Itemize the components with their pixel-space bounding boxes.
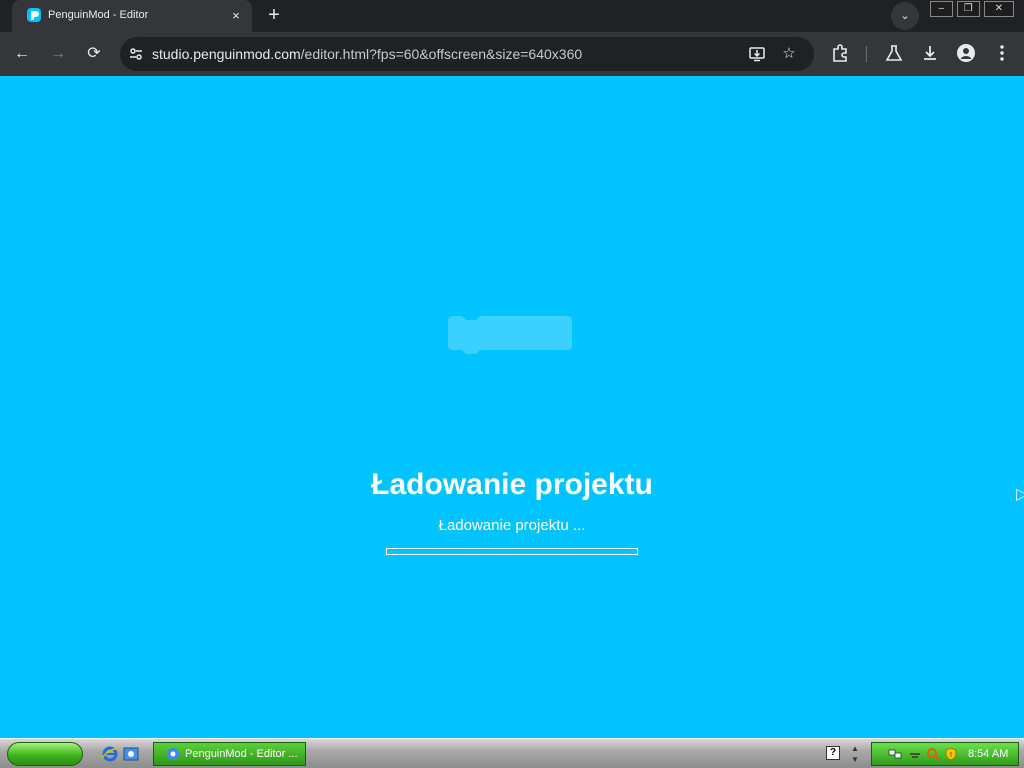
clock: 8:54 AM [968,748,1009,760]
internet-explorer-icon[interactable] [101,745,119,763]
start-button[interactable] [7,742,83,766]
extensions-icon[interactable] [830,43,850,63]
loading-subtitle: Ładowanie projektu ... [438,517,586,534]
taskbar-item-label: PenguinMod - Editor ... [185,748,298,760]
taskbar: PenguinMod - Editor ... ? ▲ ▼ ! 8:54 AM [0,738,1024,768]
help-icon[interactable]: ? [826,746,840,760]
forward-icon[interactable]: → [46,42,70,66]
profile-icon[interactable] [956,43,976,63]
labs-icon[interactable] [884,43,904,63]
browser-toolbar: ← → ⟳ studio.penguinmod.com/editor.html?… [0,32,1024,76]
svg-text:!: ! [950,752,952,759]
url-text: studio.penguinmod.com/editor.html?fps=60… [152,46,582,62]
install-app-icon[interactable] [748,45,766,63]
browser-window-icon [167,748,179,760]
new-tab-icon[interactable]: + [262,4,286,28]
site-info-icon[interactable] [128,46,144,62]
network-icon[interactable] [888,747,902,761]
security-shield-icon[interactable]: ! [944,747,958,761]
close-window-icon[interactable]: ✕ [983,1,1014,17]
tab-close-icon[interactable]: × [228,8,244,24]
menu-icon[interactable] [992,43,1012,63]
restore-icon[interactable]: ❐ [956,1,980,17]
page-content: Ładowanie projektu Ładowanie projektu ..… [0,76,1024,738]
window-controls: – ❐ ✕ [930,1,1018,19]
wifi-icon[interactable] [908,747,922,761]
system-tray: ! 8:54 AM [871,742,1019,766]
penguinmod-logo-icon [27,8,41,22]
bookmark-star-icon[interactable]: ☆ [780,45,798,63]
search-icon[interactable] [926,747,940,761]
url-path: /editor.html?fps=60&offscreen&size=640x3… [300,46,583,62]
tab-strip: PenguinMod - Editor × + ⌄ – ❐ ✕ [0,0,1024,32]
reload-icon[interactable]: ⟳ [82,42,106,66]
minimize-icon[interactable]: – [930,1,953,17]
loading-title: Ładowanie projektu [371,468,653,501]
back-icon[interactable]: ← [10,42,34,66]
taskbar-item-penguinmod[interactable]: PenguinMod - Editor ... [153,742,306,766]
mouse-cursor-icon: ▷ [1016,486,1024,503]
tab-search-icon[interactable]: ⌄ [891,2,919,30]
download-icon[interactable] [920,43,940,63]
address-bar[interactable]: studio.penguinmod.com/editor.html?fps=60… [120,37,814,71]
browser-tab[interactable]: PenguinMod - Editor × [12,0,252,32]
loading-block-icon [448,316,572,354]
url-host: studio.penguinmod.com [152,46,301,62]
tray-arrows-icon[interactable]: ▲ ▼ [850,743,860,765]
toolbar-separator [866,46,867,62]
progress-bar [386,548,638,555]
show-desktop-icon[interactable] [122,745,140,763]
tab-title: PenguinMod - Editor [48,9,149,21]
